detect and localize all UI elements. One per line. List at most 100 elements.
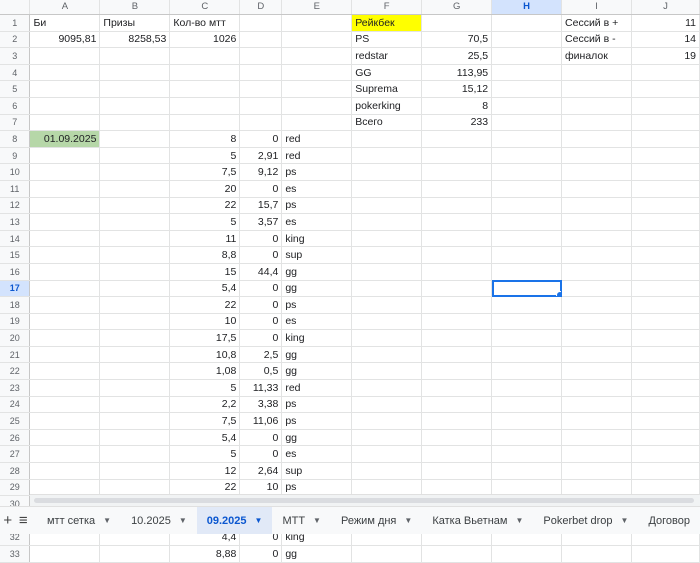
cell-g7[interactable]: 233 xyxy=(421,114,493,132)
cell-h12[interactable] xyxy=(491,197,563,215)
cell-h28[interactable] xyxy=(491,462,563,480)
cell-e33[interactable]: gg xyxy=(281,545,353,563)
cell-i16[interactable] xyxy=(561,263,632,281)
tab-menu-caret-icon[interactable]: ▼ xyxy=(313,516,321,525)
cell-g11[interactable] xyxy=(421,180,493,198)
cell-e19[interactable]: es xyxy=(281,313,353,331)
cell-h1[interactable] xyxy=(491,14,563,32)
cell-c6[interactable] xyxy=(169,97,241,115)
cell-a11[interactable] xyxy=(29,180,101,198)
cell-d28[interactable]: 2,64 xyxy=(239,462,283,480)
cell-c26[interactable]: 5,4 xyxy=(169,429,241,447)
cell-i22[interactable] xyxy=(561,362,632,381)
cell-a9[interactable] xyxy=(29,147,101,165)
cell-e25[interactable]: ps xyxy=(281,412,353,430)
sheet-tab[interactable]: 10.2025 ▼ xyxy=(121,507,197,534)
row-header[interactable]: 28 xyxy=(0,462,31,480)
cell-i20[interactable] xyxy=(561,329,632,347)
cell-a16[interactable] xyxy=(29,263,101,281)
cell-i28[interactable] xyxy=(561,462,632,480)
cell-a21[interactable] xyxy=(29,346,101,364)
cell-a24[interactable] xyxy=(29,396,101,414)
cell-j6[interactable] xyxy=(631,97,700,115)
cell-d20[interactable]: 0 xyxy=(239,329,283,347)
cell-b20[interactable] xyxy=(99,329,171,347)
cell-e13[interactable]: es xyxy=(281,213,353,231)
cell-e24[interactable]: ps xyxy=(281,396,353,414)
cell-c12[interactable]: 22 xyxy=(169,197,241,215)
cell-j3[interactable]: 19 xyxy=(631,47,700,65)
cell-j10[interactable] xyxy=(631,163,700,181)
row-header[interactable]: 29 xyxy=(0,479,31,497)
column-header-e[interactable]: E xyxy=(281,0,353,15)
cell-d14[interactable]: 0 xyxy=(239,230,283,248)
cell-b7[interactable] xyxy=(99,114,171,132)
cell-d25[interactable]: 11,06 xyxy=(239,412,283,430)
spreadsheet-grid[interactable]: A B C D E F G H I J 1 Би Призы Кол-во мтт Рейкбек Сесси… xyxy=(0,0,700,563)
cell-i8[interactable] xyxy=(561,130,632,148)
cell-a28[interactable] xyxy=(29,462,101,480)
cell-b25[interactable] xyxy=(99,412,171,430)
cell-e17[interactable]: gg xyxy=(281,280,353,298)
cell-b13[interactable] xyxy=(99,213,171,231)
cell-h19[interactable] xyxy=(491,313,563,331)
tab-menu-caret-icon[interactable]: ▼ xyxy=(404,516,412,525)
cell-g25[interactable] xyxy=(421,412,493,430)
cell-j33[interactable] xyxy=(631,545,700,563)
cell-d18[interactable]: 0 xyxy=(239,296,283,314)
cell-h24[interactable] xyxy=(491,396,563,414)
cell-g10[interactable] xyxy=(421,163,493,181)
row-header[interactable]: 5 xyxy=(0,80,31,98)
cell-h23[interactable] xyxy=(491,379,563,397)
cell-d13[interactable]: 3,57 xyxy=(239,213,283,231)
scrollbar-thumb[interactable] xyxy=(34,498,694,503)
cell-b6[interactable] xyxy=(99,97,171,115)
cell-c1[interactable]: Кол-во мтт xyxy=(169,14,241,32)
cell-i27[interactable] xyxy=(561,445,632,464)
cell-h7[interactable] xyxy=(491,114,563,132)
cell-d15[interactable]: 0 xyxy=(239,246,283,264)
cell-e4[interactable] xyxy=(281,64,353,82)
column-header-j[interactable]: J xyxy=(631,0,700,15)
cell-j26[interactable] xyxy=(631,429,700,447)
cell-d1[interactable] xyxy=(239,14,283,32)
cell-g21[interactable] xyxy=(421,346,493,364)
row-header[interactable]: 16 xyxy=(0,263,31,281)
cell-d5[interactable] xyxy=(239,80,283,98)
cell-a8[interactable]: 01.09.2025 xyxy=(29,130,101,148)
cell-j18[interactable] xyxy=(631,296,700,314)
cell-h13[interactable] xyxy=(491,213,563,231)
cell-f16[interactable] xyxy=(351,263,423,281)
cell-e5[interactable] xyxy=(281,80,353,98)
cell-f15[interactable] xyxy=(351,246,423,264)
cell-e18[interactable]: ps xyxy=(281,296,353,314)
cell-h22[interactable] xyxy=(491,362,563,381)
cell-d4[interactable] xyxy=(239,64,283,82)
cell-i24[interactable] xyxy=(561,396,632,414)
cell-d10[interactable]: 9,12 xyxy=(239,163,283,181)
cell-e6[interactable] xyxy=(281,97,353,115)
cell-h21[interactable] xyxy=(491,346,563,364)
cell-f4[interactable]: GG xyxy=(351,64,423,82)
sheet-tab[interactable]: мтт сетка ▼ xyxy=(37,507,121,534)
cell-j1[interactable]: 11 xyxy=(631,14,700,32)
row-header[interactable]: 4 xyxy=(0,64,31,82)
cell-g3[interactable]: 25,5 xyxy=(421,47,493,65)
cell-b14[interactable] xyxy=(99,230,171,248)
cell-b2[interactable]: 8258,53 xyxy=(99,31,171,49)
cell-c14[interactable]: 11 xyxy=(169,230,241,248)
cell-f12[interactable] xyxy=(351,197,423,215)
cell-f17[interactable] xyxy=(351,280,423,298)
cell-f2[interactable]: PS xyxy=(351,31,423,49)
cell-a18[interactable] xyxy=(29,296,101,314)
cell-g26[interactable] xyxy=(421,429,493,447)
cell-a12[interactable] xyxy=(29,197,101,215)
cell-h14[interactable] xyxy=(491,230,563,248)
cell-g33[interactable] xyxy=(421,545,493,563)
row-header[interactable]: 25 xyxy=(0,412,31,430)
cell-f13[interactable] xyxy=(351,213,423,231)
cell-f8[interactable] xyxy=(351,130,423,148)
cell-j12[interactable] xyxy=(631,197,700,215)
cell-g5[interactable]: 15,12 xyxy=(421,80,493,98)
row-header[interactable]: 22 xyxy=(0,362,31,381)
